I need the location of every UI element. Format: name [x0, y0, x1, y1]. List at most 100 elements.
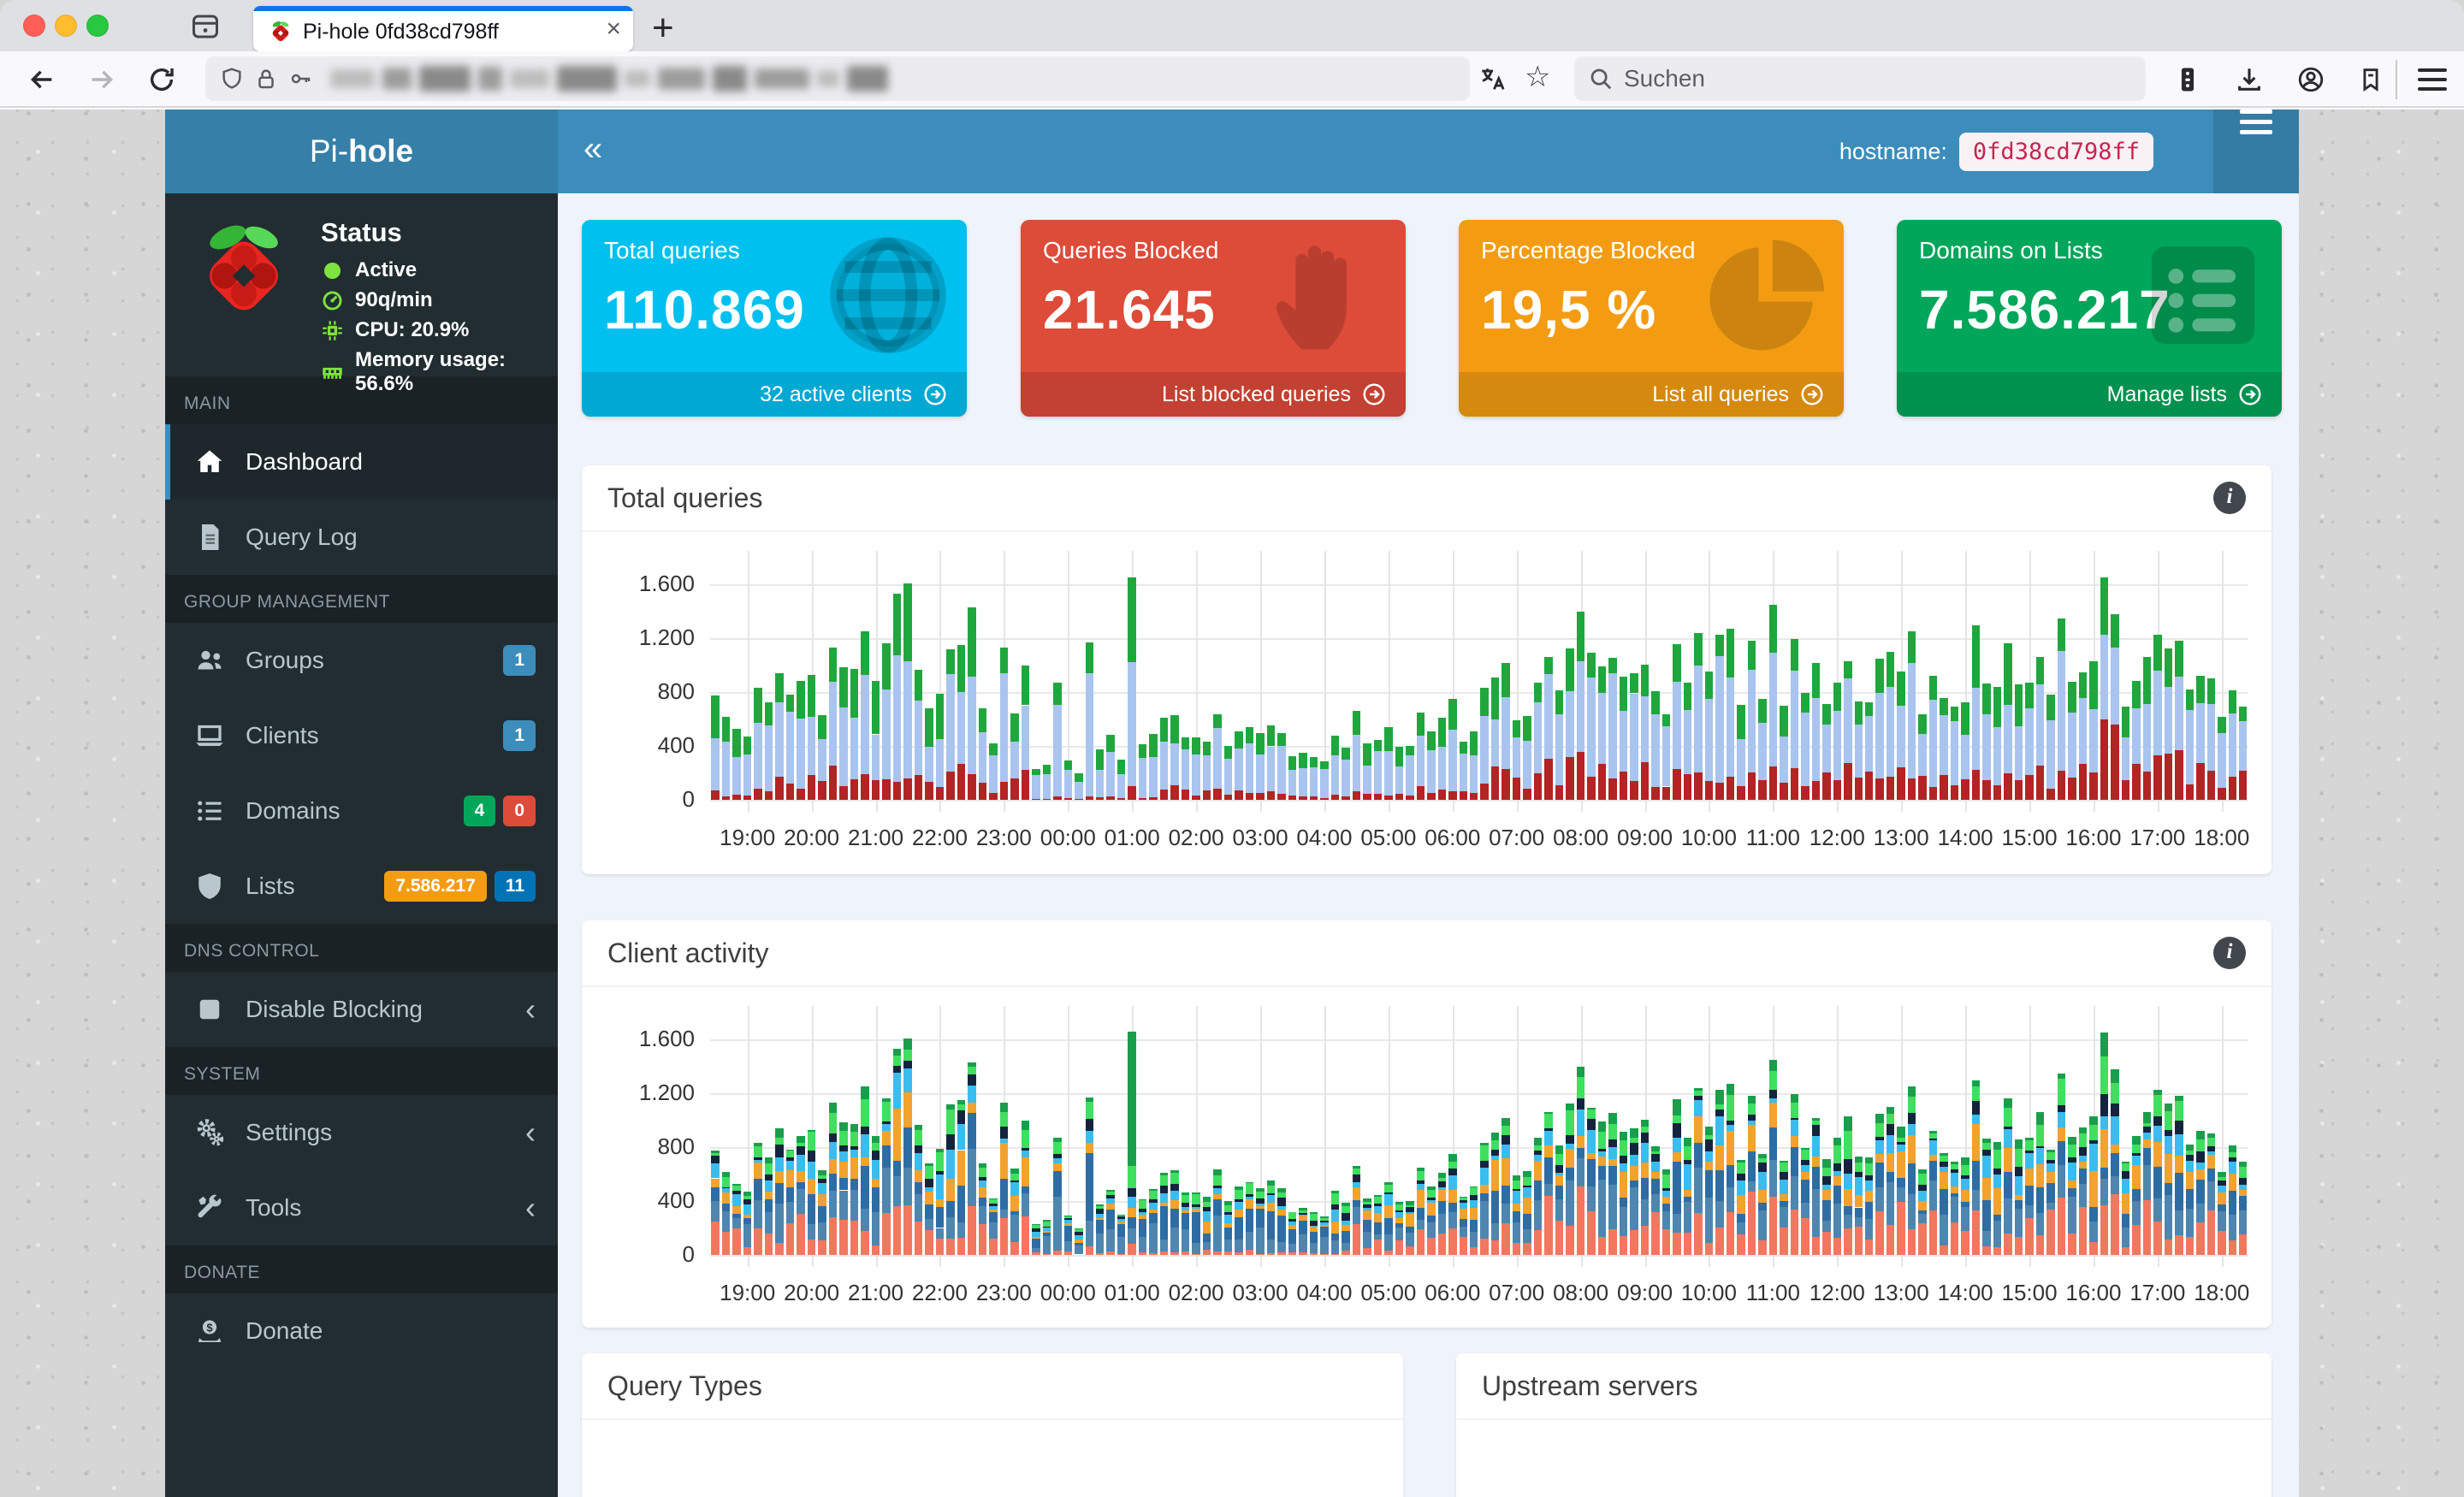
downloads-icon[interactable] [2235, 65, 2264, 94]
sidebar-item-domains[interactable]: Domains 4 0 [165, 773, 558, 849]
extensions-icon[interactable] [2356, 65, 2385, 94]
card-footer-link[interactable]: List all queries [1459, 372, 1844, 417]
browser-menu-icon[interactable] [2418, 68, 2447, 91]
sidebar-item-disable-blocking[interactable]: Disable Blocking ‹ [165, 972, 558, 1047]
bar-segment [721, 1171, 731, 1177]
bar-segment [1395, 1227, 1404, 1240]
shield-icon[interactable] [219, 66, 245, 92]
bar-segment [946, 1134, 955, 1150]
pihole-logo[interactable]: Pi-hole [165, 109, 558, 193]
bar-segment [1095, 1220, 1105, 1234]
bar-segment [1470, 731, 1478, 755]
bar-segment [1063, 1218, 1073, 1221]
bar-segment [2185, 1160, 2194, 1172]
search-input[interactable]: Suchen [1574, 56, 2146, 101]
translate-icon[interactable] [1478, 65, 1507, 94]
lock-icon[interactable] [253, 66, 279, 92]
info-icon[interactable]: i [2213, 937, 2246, 969]
bar-segment [925, 1187, 933, 1192]
bar-segment [2068, 1188, 2076, 1197]
bar-segment [1095, 1253, 1105, 1255]
bar-segment [914, 1194, 923, 1222]
forward-icon[interactable] [87, 65, 116, 94]
sidebar-collapse-icon[interactable]: « [583, 130, 602, 169]
sidebar-item-groups[interactable]: Groups 1 [165, 623, 558, 698]
bar-segment [721, 742, 731, 796]
back-icon[interactable] [27, 65, 56, 94]
bar-segment [850, 1178, 859, 1191]
bar-segment [2142, 656, 2152, 705]
reload-icon[interactable] [147, 65, 176, 94]
info-icon[interactable]: i [2213, 482, 2246, 514]
card-footer-link[interactable]: 32 active clients [582, 372, 967, 417]
bar-segment [1630, 693, 1638, 781]
browser-tab[interactable]: Pi-hole 0fd38cd798ff × [253, 6, 633, 51]
card-footer-link[interactable]: List blocked queries [1021, 372, 1406, 417]
bar-segment [2035, 1186, 2045, 1213]
bar-segment [839, 1131, 848, 1145]
bar-segment [1875, 1140, 1884, 1155]
bar-segment [1363, 1198, 1371, 1202]
bar-segment [1822, 772, 1831, 800]
bar-segment [2153, 635, 2162, 671]
bar-segment [1790, 670, 1799, 768]
sidebar-item-dashboard[interactable]: Dashboard [165, 424, 558, 500]
bar-segment [1223, 795, 1233, 800]
bar-segment [2185, 1144, 2194, 1151]
sidebar-item-tools[interactable]: Tools ‹ [165, 1170, 558, 1246]
bar-segment [1651, 1145, 1660, 1151]
new-tab-button[interactable]: + [652, 7, 674, 50]
close-tab-icon[interactable]: × [606, 15, 621, 44]
sidebar-item-query-log[interactable]: Query Log [165, 500, 558, 575]
sidebar-item-settings[interactable]: Settings ‹ [165, 1095, 558, 1170]
client-activity-chart[interactable]: 0 400 800 1.200 1.600 19:00 20:00 21:00 22:00 23:… [582, 987, 2272, 1328]
bar-segment [1192, 754, 1200, 796]
total-queries-chart[interactable]: 0 400 800 1.200 1.600 19:00 20:00 21:00 22:00 23:… [582, 532, 2272, 874]
bar-segment [1737, 1180, 1745, 1195]
bookmark-star-icon[interactable]: ☆ [1525, 60, 1550, 94]
bar-segment [2175, 750, 2183, 800]
zoom-window-button[interactable] [86, 15, 109, 37]
bar-segment [1480, 1145, 1489, 1162]
navbar-menu-button[interactable] [2213, 109, 2299, 193]
bar-segment [1406, 1200, 1414, 1205]
bar-segment [1737, 1159, 1745, 1163]
bar-segment [2121, 1213, 2130, 1228]
bar-segment [1886, 1171, 1895, 1183]
bar-segment [1149, 1188, 1158, 1191]
bar-segment [882, 1098, 891, 1102]
bar-segment [1181, 737, 1190, 749]
sidebar-item-clients[interactable]: Clients 1 [165, 698, 558, 773]
bar-segment [721, 1192, 731, 1204]
card-footer-link[interactable]: Manage lists [1897, 372, 2282, 417]
search-icon [1588, 66, 1614, 92]
status-row: 90q/min [321, 288, 549, 312]
bar-segment [1940, 1245, 1948, 1255]
key-icon[interactable] [287, 66, 313, 92]
bar-segment [925, 1191, 933, 1204]
bar-segment [1982, 1200, 1991, 1232]
minimize-window-button[interactable] [55, 15, 77, 37]
bar-segment [1694, 1212, 1703, 1255]
bar-segment [1715, 1145, 1724, 1170]
bar-segment [1758, 723, 1767, 780]
bar-segment [1651, 1178, 1660, 1194]
close-window-button[interactable] [23, 15, 45, 37]
url-bar[interactable] [205, 56, 1470, 101]
bar-segment [1373, 793, 1383, 800]
bar-segment [1277, 745, 1286, 795]
bar-segment [818, 1169, 826, 1175]
account-icon[interactable] [2296, 65, 2325, 94]
container-icon[interactable] [2173, 65, 2202, 94]
bar-segment [2111, 1082, 2119, 1104]
firefox-view-icon[interactable] [190, 11, 221, 42]
bar-segment [2025, 1140, 2034, 1151]
bar-segment [1116, 1214, 1126, 1216]
bar-segment [1630, 1180, 1638, 1187]
sidebar-item-lists[interactable]: Lists 7.586.217 11 [165, 849, 558, 924]
bar-segment [1159, 1202, 1169, 1207]
sidebar-item-donate[interactable]: $ Donate [165, 1293, 558, 1369]
sidebar-section-header: DONATE [165, 1246, 558, 1293]
bar-segment [1737, 738, 1745, 786]
bar-segment [968, 676, 976, 774]
